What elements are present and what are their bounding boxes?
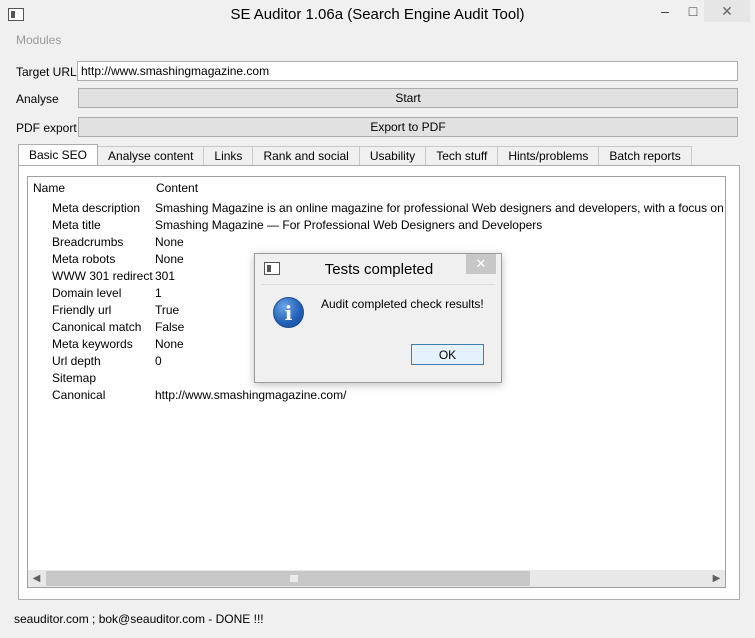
tab-rank-and-social[interactable]: Rank and social [252,146,360,165]
tab-hints-problems[interactable]: Hints/problems [497,146,600,165]
tab-usability[interactable]: Usability [358,146,427,165]
row-value[interactable]: 301 [155,269,175,283]
row-value[interactable]: http://www.smashingmagazine.com/ [155,388,346,402]
analyse-label: Analyse [16,92,59,106]
row-name[interactable]: Meta title [52,218,101,232]
row-value[interactable]: True [155,303,179,317]
title-bar: SE Auditor 1.06a (Search Engine Audit To… [0,0,755,30]
info-icon: i [273,297,304,328]
row-value[interactable]: None [155,252,184,266]
column-header-content[interactable]: Content [156,181,198,195]
tab-analyse-content[interactable]: Analyse content [97,146,205,165]
row-name[interactable]: Canonical [52,388,105,402]
row-name[interactable]: Domain level [52,286,121,300]
row-value[interactable]: Smashing Magazine — For Professional Web… [155,218,542,232]
scroll-right-icon[interactable]: ▶ [708,570,725,587]
row-name[interactable]: Sitemap [52,371,96,385]
row-name[interactable]: Breadcrumbs [52,235,123,249]
row-name[interactable]: WWW 301 redirect [52,269,153,283]
export-to-pdf-button[interactable]: Export to PDF [78,117,738,137]
row-value[interactable]: Smashing Magazine is an online magazine … [155,201,726,215]
scroll-grip-icon [290,575,298,582]
menu-modules[interactable]: Modules [16,33,61,47]
horizontal-scrollbar[interactable]: ◀ ▶ [28,570,725,587]
window-title: SE Auditor 1.06a (Search Engine Audit To… [230,6,525,23]
dialog-close-button[interactable]: ✕ [466,254,496,274]
dialog-message: Audit completed check results! [321,297,484,311]
dialog-body: i Audit completed check results! OK [261,284,495,378]
tab-links[interactable]: Links [203,146,254,165]
row-name[interactable]: Friendly url [52,303,111,317]
row-name[interactable]: Meta description [52,201,140,215]
close-button[interactable]: ✕ [704,0,750,22]
row-value[interactable]: None [155,235,184,249]
maximize-button[interactable]: □ [680,0,706,22]
row-name[interactable]: Canonical match [52,320,141,334]
minimize-button[interactable]: – [652,0,678,22]
row-value[interactable]: None [155,337,184,351]
row-value[interactable]: 1 [155,286,162,300]
row-name[interactable]: Url depth [52,354,101,368]
row-value[interactable]: False [155,320,184,334]
start-button[interactable]: Start [78,88,738,108]
row-name[interactable]: Meta keywords [52,337,133,351]
tab-bar: Basic SEO Analyse content Links Rank and… [18,144,692,165]
tab-batch-reports[interactable]: Batch reports [598,146,692,165]
tests-completed-dialog: Tests completed ✕ i Audit completed chec… [254,253,502,383]
status-text: seauditor.com ; bok@seauditor.com - DONE… [14,612,264,626]
row-value[interactable]: 0 [155,354,162,368]
scroll-thumb[interactable] [46,571,530,586]
tab-basic-seo[interactable]: Basic SEO [18,144,99,165]
ok-button[interactable]: OK [411,344,484,365]
pdf-export-label: PDF export [16,121,77,135]
scroll-left-icon[interactable]: ◀ [28,570,45,587]
tab-tech-stuff[interactable]: Tech stuff [425,146,499,165]
column-header-name[interactable]: Name [33,181,65,195]
target-url-input[interactable] [77,61,738,81]
target-url-label: Target URL [16,65,77,79]
row-name[interactable]: Meta robots [52,252,115,266]
